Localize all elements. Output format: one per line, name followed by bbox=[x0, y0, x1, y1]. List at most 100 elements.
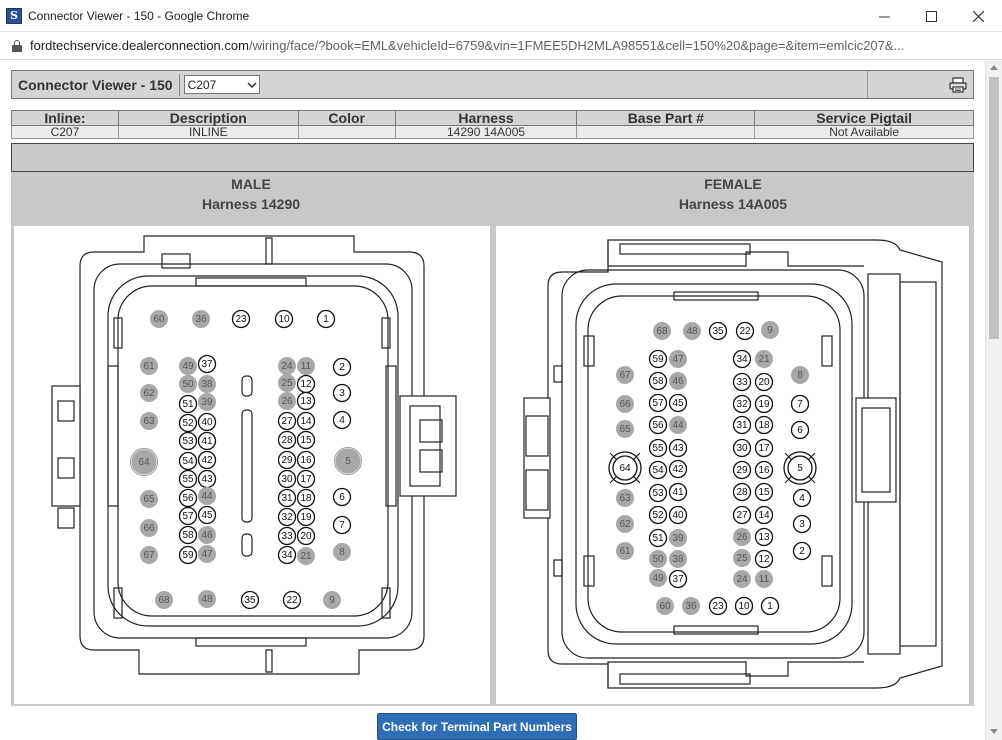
pin-57[interactable]: 57 bbox=[648, 393, 668, 413]
pin-20[interactable]: 20 bbox=[296, 526, 316, 546]
pin-21[interactable]: 21 bbox=[755, 350, 773, 368]
pin-54[interactable]: 54 bbox=[648, 460, 668, 480]
pin-60[interactable]: 60 bbox=[150, 310, 168, 328]
pin-29[interactable]: 29 bbox=[732, 460, 752, 480]
pin-31[interactable]: 31 bbox=[732, 415, 752, 435]
pin-63[interactable]: 63 bbox=[616, 489, 634, 507]
pin-44[interactable]: 44 bbox=[669, 416, 687, 434]
pin-1[interactable]: 1 bbox=[316, 309, 336, 329]
pin-26[interactable]: 26 bbox=[278, 392, 296, 410]
pin-68[interactable]: 68 bbox=[155, 591, 173, 609]
pin-7[interactable]: 7 bbox=[332, 515, 352, 535]
pin-37[interactable]: 37 bbox=[668, 569, 688, 589]
pin-23[interactable]: 23 bbox=[708, 596, 728, 616]
pin-17[interactable]: 17 bbox=[296, 469, 316, 489]
pin-10[interactable]: 10 bbox=[274, 309, 294, 329]
pin-43[interactable]: 43 bbox=[197, 469, 217, 489]
pin-41[interactable]: 41 bbox=[197, 431, 217, 451]
pin-11[interactable]: 11 bbox=[297, 357, 315, 375]
pin-24[interactable]: 24 bbox=[733, 570, 751, 588]
pin-66[interactable]: 66 bbox=[140, 519, 158, 537]
pin-44[interactable]: 44 bbox=[198, 487, 216, 505]
vertical-scrollbar[interactable] bbox=[985, 61, 1002, 740]
close-button[interactable] bbox=[955, 0, 1002, 32]
maximize-button[interactable] bbox=[908, 0, 955, 32]
scroll-up-arrow-icon[interactable] bbox=[990, 65, 998, 70]
pin-13[interactable]: 13 bbox=[754, 527, 774, 547]
pin-40[interactable]: 40 bbox=[668, 505, 688, 525]
pin-33[interactable]: 33 bbox=[732, 372, 752, 392]
pin-68[interactable]: 68 bbox=[653, 322, 671, 340]
pin-45[interactable]: 45 bbox=[668, 393, 688, 413]
pin-55[interactable]: 55 bbox=[178, 469, 198, 489]
pin-15[interactable]: 15 bbox=[754, 482, 774, 502]
pin-62[interactable]: 62 bbox=[140, 384, 158, 402]
pin-8[interactable]: 8 bbox=[333, 543, 351, 561]
pin-22[interactable]: 22 bbox=[282, 590, 302, 610]
pin-58[interactable]: 58 bbox=[648, 371, 668, 391]
url-text[interactable]: fordtechservice.dealerconnection.com/wir… bbox=[30, 38, 990, 53]
pin-62[interactable]: 62 bbox=[616, 515, 634, 533]
pin-5[interactable]: 5 bbox=[334, 447, 362, 475]
pin-13[interactable]: 13 bbox=[296, 391, 316, 411]
pin-14[interactable]: 14 bbox=[296, 411, 316, 431]
pin-38[interactable]: 38 bbox=[669, 550, 687, 568]
pin-29[interactable]: 29 bbox=[277, 450, 297, 470]
pin-51[interactable]: 51 bbox=[178, 394, 198, 414]
pin-56[interactable]: 56 bbox=[648, 415, 668, 435]
pin-32[interactable]: 32 bbox=[277, 507, 297, 527]
pin-53[interactable]: 53 bbox=[178, 431, 198, 451]
pin-56[interactable]: 56 bbox=[178, 488, 198, 508]
pin-12[interactable]: 12 bbox=[296, 374, 316, 394]
pin-25[interactable]: 25 bbox=[278, 374, 296, 392]
pin-46[interactable]: 46 bbox=[669, 372, 687, 390]
pin-3[interactable]: 3 bbox=[332, 383, 352, 403]
pin-52[interactable]: 52 bbox=[648, 505, 668, 525]
pin-27[interactable]: 27 bbox=[277, 411, 297, 431]
pin-40[interactable]: 40 bbox=[197, 412, 217, 432]
pin-8[interactable]: 8 bbox=[791, 366, 809, 384]
connector-select[interactable]: C207 bbox=[183, 75, 260, 94]
pin-6[interactable]: 6 bbox=[790, 420, 810, 440]
pin-61[interactable]: 61 bbox=[140, 357, 158, 375]
pin-65[interactable]: 65 bbox=[616, 420, 634, 438]
pin-19[interactable]: 19 bbox=[296, 507, 316, 527]
pin-2[interactable]: 2 bbox=[332, 357, 352, 377]
pin-12[interactable]: 12 bbox=[754, 549, 774, 569]
pin-25[interactable]: 25 bbox=[733, 549, 751, 567]
pin-39[interactable]: 39 bbox=[198, 393, 216, 411]
pin-55[interactable]: 55 bbox=[648, 438, 668, 458]
pin-4[interactable]: 4 bbox=[792, 488, 812, 508]
pin-30[interactable]: 30 bbox=[732, 438, 752, 458]
pin-27[interactable]: 27 bbox=[732, 505, 752, 525]
scroll-down-arrow-icon[interactable] bbox=[990, 729, 998, 734]
minimize-button[interactable] bbox=[861, 0, 908, 32]
pin-67[interactable]: 67 bbox=[616, 366, 634, 384]
pin-16[interactable]: 16 bbox=[296, 450, 316, 470]
pin-66[interactable]: 66 bbox=[616, 395, 634, 413]
pin-35[interactable]: 35 bbox=[240, 590, 260, 610]
pin-54[interactable]: 54 bbox=[178, 451, 198, 471]
pin-47[interactable]: 47 bbox=[669, 350, 687, 368]
pin-38[interactable]: 38 bbox=[198, 375, 216, 393]
pin-6[interactable]: 6 bbox=[332, 487, 352, 507]
pin-7[interactable]: 7 bbox=[790, 394, 810, 414]
pin-64[interactable]: 64 bbox=[130, 448, 158, 476]
printer-icon[interactable] bbox=[949, 76, 967, 93]
pin-34[interactable]: 34 bbox=[277, 545, 297, 565]
pin-34[interactable]: 34 bbox=[732, 349, 752, 369]
pin-18[interactable]: 18 bbox=[754, 415, 774, 435]
pin-2[interactable]: 2 bbox=[792, 541, 812, 561]
pin-59[interactable]: 59 bbox=[648, 349, 668, 369]
pin-16[interactable]: 16 bbox=[754, 460, 774, 480]
pin-11[interactable]: 11 bbox=[755, 570, 773, 588]
pin-65[interactable]: 65 bbox=[140, 490, 158, 508]
pin-30[interactable]: 30 bbox=[277, 469, 297, 489]
pin-60[interactable]: 60 bbox=[656, 597, 674, 615]
pin-21[interactable]: 21 bbox=[297, 547, 315, 565]
pin-23[interactable]: 23 bbox=[231, 309, 251, 329]
pin-36[interactable]: 36 bbox=[192, 310, 210, 328]
pin-37[interactable]: 37 bbox=[197, 354, 217, 374]
pin-49[interactable]: 49 bbox=[649, 569, 667, 587]
check-terminal-part-numbers-button[interactable]: Check for Terminal Part Numbers bbox=[377, 713, 577, 740]
